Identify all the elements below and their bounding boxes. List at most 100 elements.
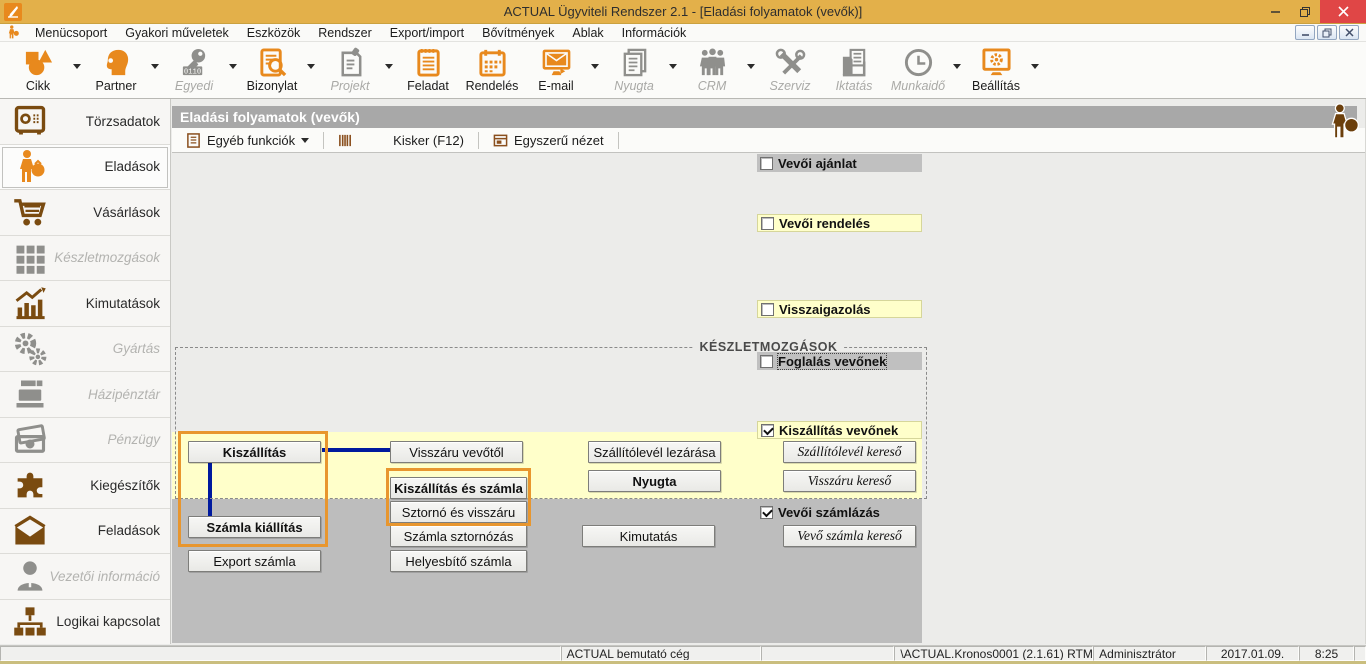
sidebar-item-torzsadatok[interactable]: Törzsadatok <box>0 99 170 145</box>
simple-view-button[interactable]: Egyszerű nézet <box>485 131 612 150</box>
money-icon <box>12 422 48 458</box>
menu-eszkozok[interactable]: Eszközök <box>238 25 310 41</box>
kisker-label: Kisker (F12) <box>393 133 464 148</box>
toolbar-item-label: Egyedi <box>175 79 213 93</box>
sidebar-item-kiegeszitok[interactable]: Kiegészítők <box>0 463 170 509</box>
checkbox-label: Foglalás vevőnek <box>778 354 886 369</box>
sidebar-item-feladasok[interactable]: Feladások <box>0 509 170 555</box>
crm-dropdown-arrow[interactable] <box>744 44 758 88</box>
checkbox-box <box>761 217 774 230</box>
window-title: ACTUAL Ügyviteli Rendszer 2.1 - [Eladási… <box>0 4 1366 19</box>
bizonylat-dropdown-arrow[interactable] <box>304 44 318 88</box>
page-title: Eladási folyamatok (vevők) <box>180 109 360 125</box>
menu-rendszer[interactable]: Rendszer <box>309 25 381 41</box>
visszaru-kereso-button[interactable]: Visszáru kereső <box>783 470 916 492</box>
separator <box>323 132 324 149</box>
chevron-down-icon <box>669 64 677 69</box>
person-head-icon <box>101 47 132 78</box>
checkbox-foglalas-vevonek[interactable]: Foglalás vevőnek <box>757 352 922 370</box>
visszaru-vevotol-button[interactable]: Visszáru vevőtől <box>390 441 523 463</box>
other-functions-button[interactable]: Egyéb funkciók <box>178 131 317 150</box>
toolbar-item-label: Munkaidő <box>891 79 945 93</box>
export-szamla-button[interactable]: Export számla <box>188 550 321 572</box>
other-functions-label: Egyéb funkciók <box>207 133 295 148</box>
close-icon <box>1338 6 1349 17</box>
toolbar-item-label: Projekt <box>331 79 370 93</box>
sidebar-item-eladasok[interactable]: Eladások <box>0 145 170 191</box>
checkbox-box <box>760 506 773 519</box>
checkbox-vevoi-ajanlat[interactable]: Vevői ajánlat <box>757 154 922 172</box>
menu-ablak[interactable]: Ablak <box>563 25 612 41</box>
toolbar-item-nyugta: Nyugta <box>602 44 666 93</box>
szamla-kiallitas-button[interactable]: Számla kiállítás <box>188 516 321 538</box>
nyugta-button[interactable]: Nyugta <box>588 470 721 492</box>
sidebar-item-label: Kiegészítők <box>48 478 160 493</box>
toolbar-item-partner[interactable]: Partner <box>84 44 148 93</box>
document-pin-icon <box>335 47 366 78</box>
sidebar-item-vasarlasok[interactable]: Vásárlások <box>0 190 170 236</box>
mdi-restore-button[interactable] <box>1317 25 1337 40</box>
chevron-down-icon <box>301 138 309 143</box>
menu-export-import[interactable]: Export/import <box>381 25 473 41</box>
toolbar-item-beallitas[interactable]: Beállítás <box>964 44 1028 93</box>
status-empty-cell <box>761 646 894 661</box>
toolbar-item-label: Cikk <box>26 79 50 93</box>
menu-gyakori-muveletek[interactable]: Gyakori műveletek <box>116 25 238 41</box>
szallitolevel-kereso-button[interactable]: Szállítólevél kereső <box>783 441 916 463</box>
toolbar-item-bizonylat[interactable]: Bizonylat <box>240 44 304 93</box>
checkbox-label: Vevői ajánlat <box>778 156 857 171</box>
szamla-sztornozas-button[interactable]: Számla sztornózás <box>390 525 527 547</box>
partner-dropdown-arrow[interactable] <box>148 44 162 88</box>
toolbar: Cikk Partner 0110 Egyedi Bizonylat <box>0 42 1366 99</box>
sidebar-item-label: Gyártás <box>48 341 160 356</box>
toolbar-item-rendeles[interactable]: Rendelés <box>460 44 524 93</box>
close-button[interactable] <box>1320 0 1366 23</box>
egyedi-dropdown-arrow[interactable] <box>226 44 240 88</box>
vevo-szamla-kereso-button[interactable]: Vevő számla kereső <box>783 525 916 547</box>
sidebar-item-kimutatasok[interactable]: Kimutatások <box>0 281 170 327</box>
helyesbito-szamla-button[interactable]: Helyesbítő számla <box>390 550 527 572</box>
toolbar-item-label: Feladat <box>407 79 449 93</box>
minimize-button[interactable] <box>1260 0 1290 23</box>
menu-informaciok[interactable]: Információk <box>613 25 696 41</box>
toolbar-item-feladat[interactable]: Feladat <box>396 44 460 93</box>
cikk-dropdown-arrow[interactable] <box>70 44 84 88</box>
toolbar-item-email[interactable]: E-mail <box>524 44 588 93</box>
tools-icon <box>775 47 806 78</box>
checkbox-box <box>760 157 773 170</box>
menu-menucsoport[interactable]: Menücsoport <box>26 25 116 41</box>
nyugta-dropdown-arrow[interactable] <box>666 44 680 88</box>
titlebar: ACTUAL Ügyviteli Rendszer 2.1 - [Eladási… <box>0 0 1366 24</box>
status-user: Adminisztrátor <box>1093 646 1206 661</box>
minimize-icon <box>1270 6 1281 17</box>
chevron-down-icon <box>73 64 81 69</box>
beallitas-dropdown-arrow[interactable] <box>1028 44 1042 88</box>
mdi-minimize-button[interactable] <box>1295 25 1315 40</box>
checkbox-visszaigazolas[interactable]: Visszaigazolás <box>757 300 922 318</box>
menu-bovitmenyek[interactable]: Bővítmények <box>473 25 563 41</box>
notepad-icon <box>413 47 444 78</box>
checkbox-vevoi-rendeles[interactable]: Vevői rendelés <box>757 214 922 232</box>
checkbox-kiszallitas-vevonek[interactable]: Kiszállítás vevőnek <box>757 421 922 439</box>
key-icon: 0110 <box>179 47 210 78</box>
toolbar-item-cikk[interactable]: Cikk <box>6 44 70 93</box>
checkbox-vevoi-szamlazas[interactable]: Vevői számlázás <box>757 503 922 521</box>
sztorno-es-visszaru-button[interactable]: Sztornó és visszáru <box>390 501 527 523</box>
kimutatas-button[interactable]: Kimutatás <box>582 525 715 547</box>
header-salesman-icon <box>1325 103 1361 141</box>
sidebar-item-logikai-kapcsolat[interactable]: Logikai kapcsolat <box>0 600 170 645</box>
projekt-dropdown-arrow[interactable] <box>382 44 396 88</box>
munkaido-dropdown-arrow[interactable] <box>950 44 964 88</box>
connector-line <box>208 463 212 517</box>
sidebar-item-vezetoi-informacio: Vezetői információ <box>0 554 170 600</box>
chevron-down-icon <box>1031 64 1039 69</box>
mdi-close-button[interactable] <box>1339 25 1359 40</box>
checkbox-box <box>761 424 774 437</box>
kisker-button[interactable]: Kisker (F12) <box>330 131 472 150</box>
status-date: 2017.01.09. <box>1206 646 1299 661</box>
szallitolevel-lezarasa-button[interactable]: Szállítólevél lezárása <box>588 441 721 463</box>
email-dropdown-arrow[interactable] <box>588 44 602 88</box>
restore-button[interactable] <box>1290 0 1320 23</box>
kiszallitas-es-szamla-button[interactable]: Kiszállítás és számla <box>390 477 527 499</box>
kiszallitas-button[interactable]: Kiszállítás <box>188 441 321 463</box>
